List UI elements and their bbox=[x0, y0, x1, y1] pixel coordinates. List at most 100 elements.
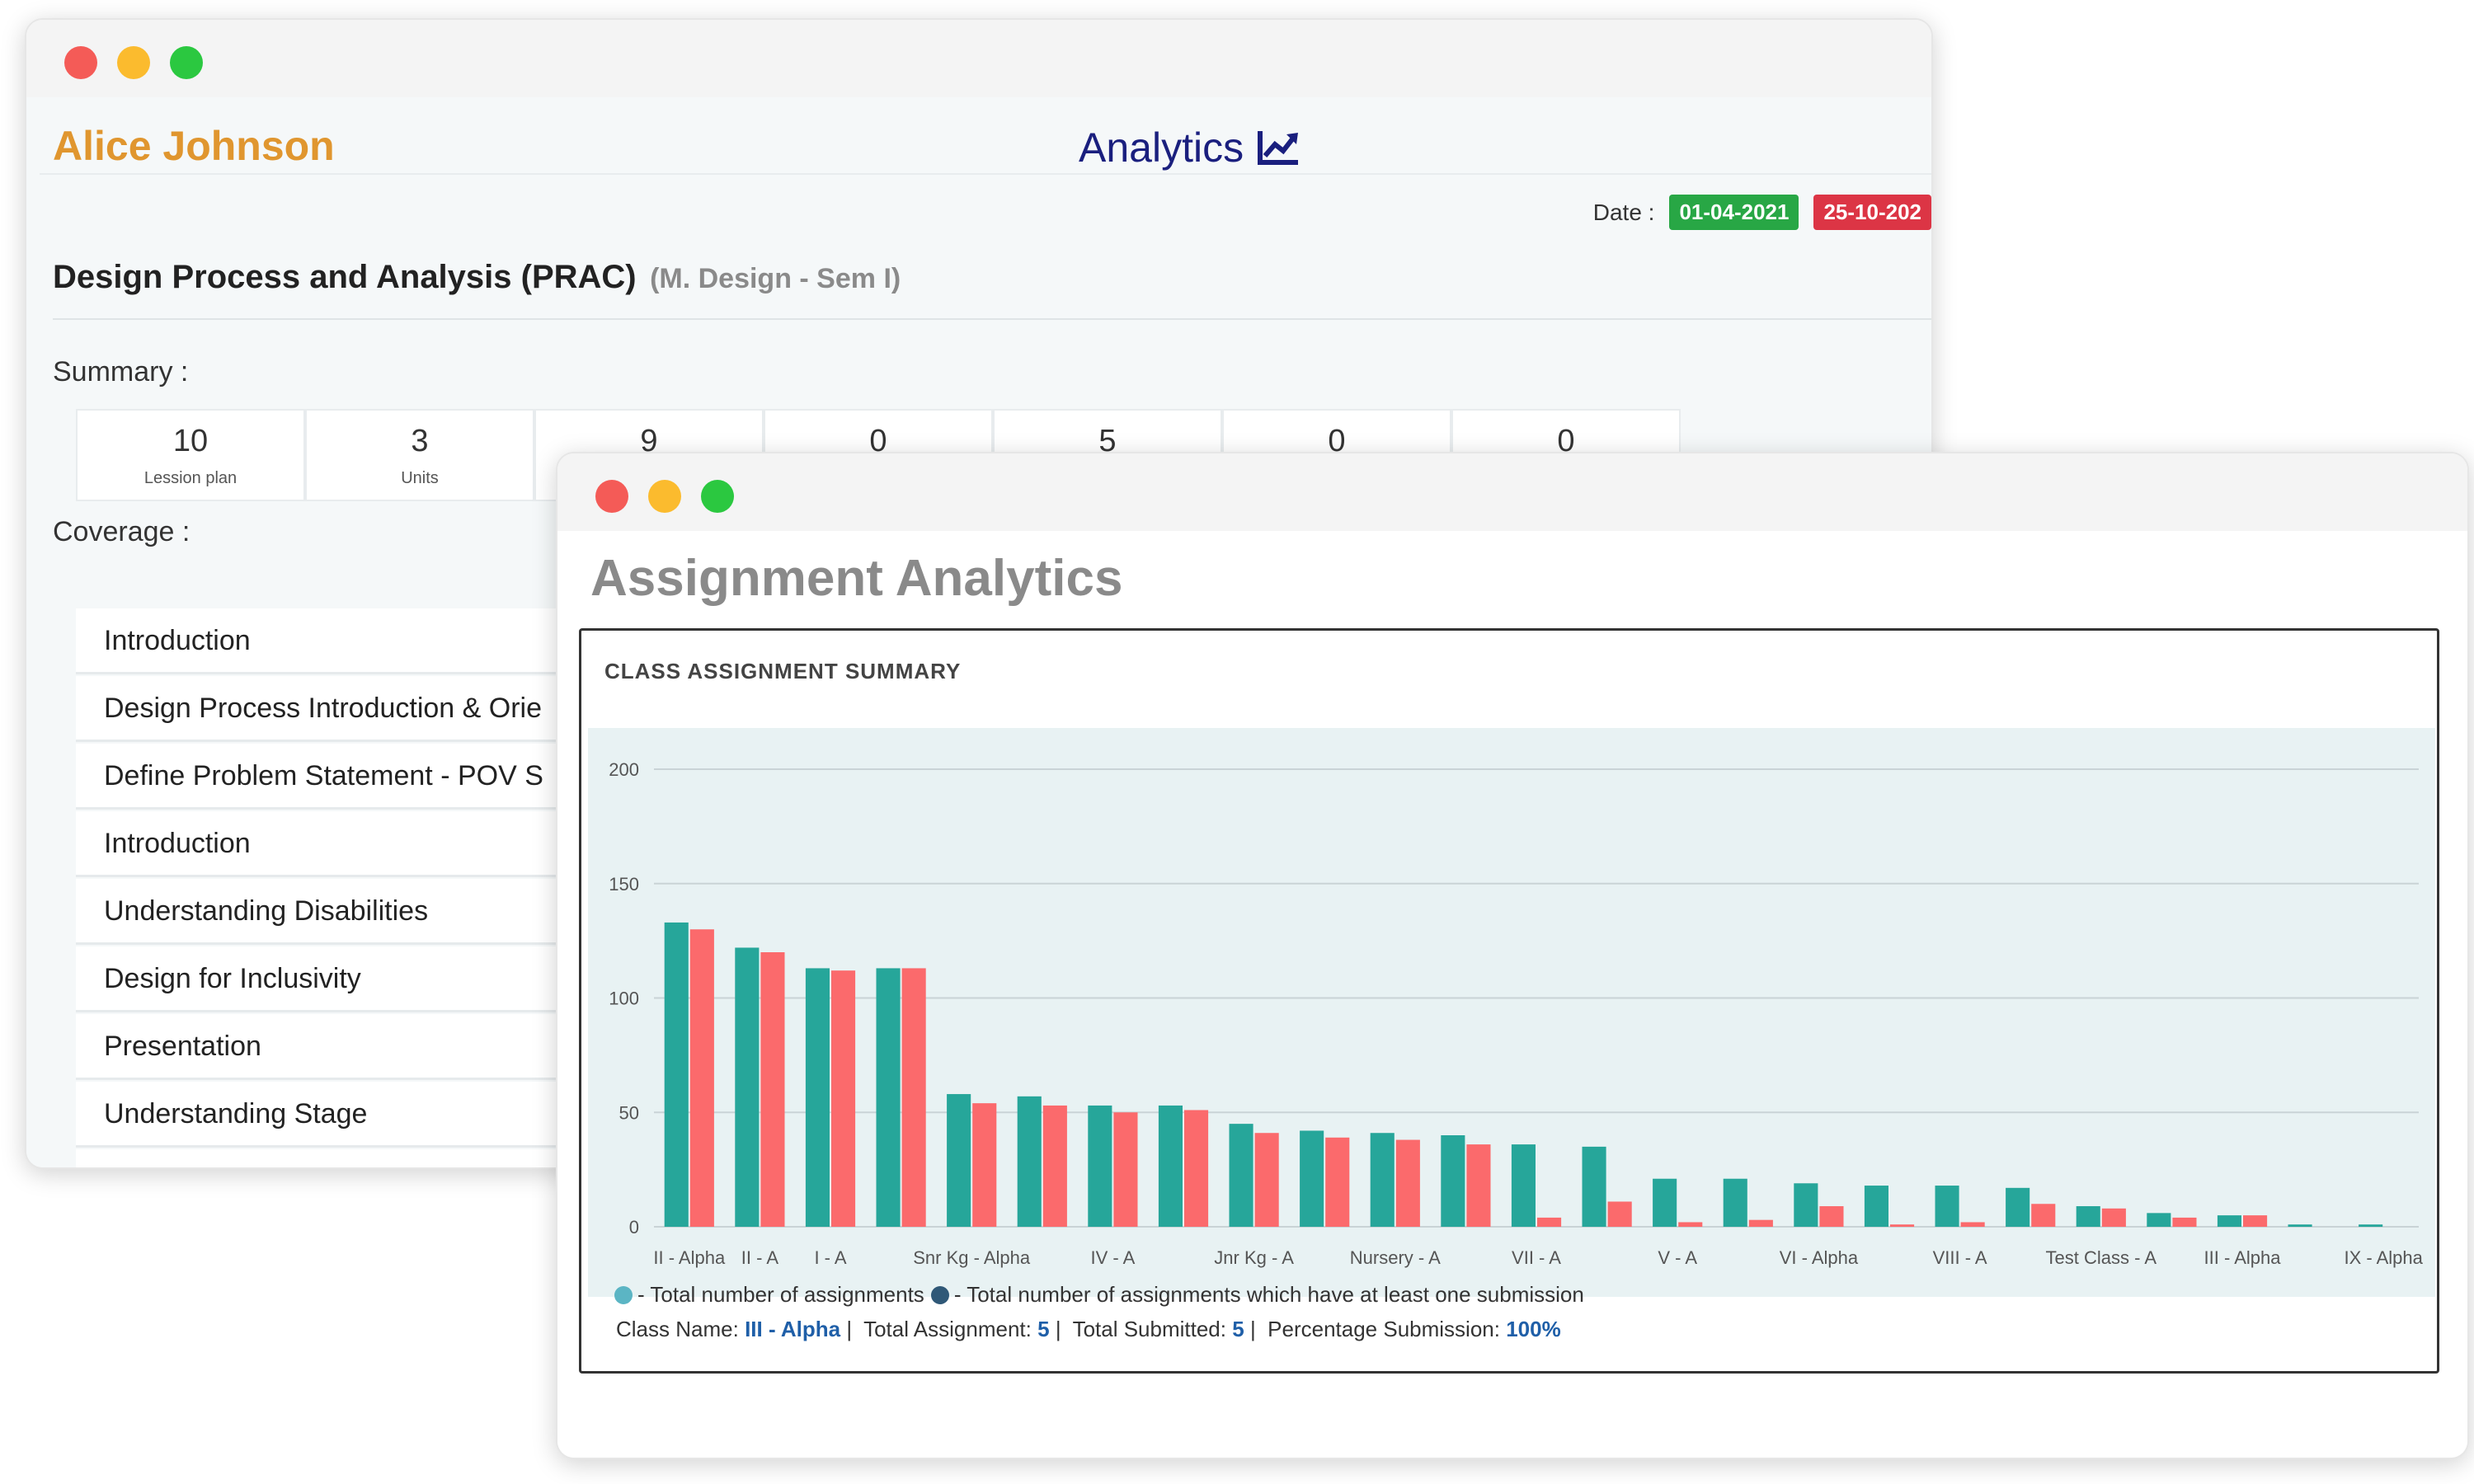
chart-legend: - Total number of assignments - Total nu… bbox=[614, 1282, 1584, 1308]
chart-bar-total bbox=[876, 968, 901, 1227]
summary-value: 3 bbox=[411, 424, 429, 458]
chart-bar-submitted bbox=[1395, 1139, 1420, 1227]
chart-y-tick-label: 200 bbox=[609, 759, 639, 780]
chart-x-tick-label: Jnr Kg - A bbox=[1214, 1247, 1294, 1268]
chart-bar-total bbox=[1511, 1144, 1536, 1227]
chart-bar-total bbox=[2288, 1224, 2312, 1227]
chart-bar-total bbox=[2006, 1187, 2030, 1227]
chart-bar-submitted bbox=[1254, 1133, 1279, 1227]
chart-bar-submitted bbox=[1537, 1217, 1562, 1227]
date-from-badge[interactable]: 01-04-2021 bbox=[1669, 195, 1799, 230]
coverage-item[interactable]: Assignment Presentation bbox=[76, 1149, 604, 1167]
chart-x-tick-label: Nursery - A bbox=[1350, 1247, 1441, 1268]
window-titlebar bbox=[26, 20, 1931, 97]
course-subtitle: (M. Design - Sem I) bbox=[650, 263, 901, 294]
chart-x-tick-label: VI - Alpha bbox=[1780, 1247, 1859, 1268]
minimize-window-button[interactable] bbox=[648, 480, 681, 513]
chart-bar-submitted bbox=[1748, 1219, 1773, 1227]
chart-bar-total bbox=[2359, 1224, 2383, 1227]
coverage-item[interactable]: Introduction bbox=[76, 811, 604, 877]
chart-bar-total bbox=[2147, 1213, 2171, 1227]
class-name-value: III - Alpha bbox=[745, 1317, 841, 1341]
assignment-bar-chart: 0 50 100 150 200 II - Alpha II - A I - A Snr Kg … bbox=[588, 728, 2435, 1297]
chart-bar-total bbox=[1723, 1178, 1747, 1227]
chart-x-tick-label: VIII - A bbox=[1933, 1247, 1987, 1268]
chart-bar-total bbox=[664, 922, 689, 1227]
chart-bar-submitted bbox=[972, 1103, 997, 1227]
close-window-button[interactable] bbox=[64, 46, 97, 79]
chart-bar-total bbox=[1088, 1105, 1112, 1227]
coverage-item[interactable]: Introduction bbox=[76, 608, 604, 674]
window-titlebar bbox=[557, 453, 2467, 531]
close-window-button[interactable] bbox=[595, 480, 628, 513]
chart-bar-total bbox=[947, 1094, 971, 1227]
chart-bar-submitted bbox=[1466, 1144, 1491, 1227]
chart-bar-submitted bbox=[2031, 1204, 2056, 1227]
chart-bar-submitted bbox=[1607, 1201, 1632, 1227]
summary-label: Summary : bbox=[53, 356, 189, 387]
assignment-analytics-window: Assignment Analytics CLASS ASSIGNMENT SU… bbox=[556, 452, 2469, 1459]
legend-total-label: - Total number of assignments bbox=[637, 1282, 924, 1307]
chart-bar-total bbox=[1935, 1186, 1959, 1227]
separator: | bbox=[1055, 1317, 1067, 1341]
chart-bar-total bbox=[1370, 1133, 1395, 1227]
chart-x-tick-label: IX - Alpha bbox=[2345, 1247, 2424, 1268]
coverage-item[interactable]: Understanding Disabilities bbox=[76, 879, 604, 945]
chart-bar-submitted bbox=[901, 968, 926, 1227]
chart-bar-submitted bbox=[1678, 1222, 1703, 1227]
percentage-submission-value: 100% bbox=[1506, 1317, 1561, 1341]
course-heading: Design Process and Analysis (PRAC) (M. D… bbox=[53, 259, 1931, 320]
date-to-badge[interactable]: 25-10-202 bbox=[1813, 195, 1931, 230]
class-info-row: Class Name: III - Alpha | Total Assignme… bbox=[616, 1317, 1561, 1342]
chart-bar-submitted bbox=[1113, 1112, 1138, 1227]
chart-bar-submitted bbox=[1960, 1222, 1985, 1227]
date-range: Date : 01-04-2021 25-10-202 bbox=[1593, 195, 1931, 230]
chart-bar-submitted bbox=[1325, 1137, 1350, 1227]
coverage-list: Introduction Design Process Introduction… bbox=[76, 608, 604, 1167]
legend-submitted-dot bbox=[930, 1285, 949, 1304]
chart-bar-submitted bbox=[760, 952, 785, 1227]
chart-bar-total bbox=[1794, 1183, 1818, 1227]
maximize-window-button[interactable] bbox=[701, 480, 734, 513]
chart-x-tick-label: IV - A bbox=[1091, 1247, 1136, 1268]
analytics-header: Alice Johnson Analytics bbox=[40, 114, 1931, 175]
maximize-window-button[interactable] bbox=[170, 46, 203, 79]
coverage-item[interactable]: Design Process Introduction & Orie bbox=[76, 676, 604, 742]
chart-y-tick-label: 150 bbox=[609, 874, 639, 895]
chart-bar-submitted bbox=[831, 970, 856, 1227]
percentage-submission-label: Percentage Submission: bbox=[1268, 1317, 1500, 1341]
chart-bar-submitted bbox=[1042, 1105, 1067, 1227]
summary-card: 10 Lession plan bbox=[76, 409, 305, 501]
separator: | bbox=[846, 1317, 858, 1341]
chart-x-tick-label: Snr Kg - Alpha bbox=[913, 1247, 1031, 1268]
coverage-item[interactable]: Define Problem Statement - POV S bbox=[76, 744, 604, 810]
chart-bar-total bbox=[1158, 1105, 1183, 1227]
assignment-analytics-title: Assignment Analytics bbox=[590, 550, 1123, 607]
legend-total-dot bbox=[614, 1285, 633, 1304]
coverage-item[interactable]: Understanding Stage bbox=[76, 1082, 604, 1148]
user-name: Alice Johnson bbox=[53, 123, 335, 169]
chart-x-tick-label: III - Alpha bbox=[2204, 1247, 2282, 1268]
assignment-analytics-content: Assignment Analytics CLASS ASSIGNMENT SU… bbox=[557, 531, 2467, 1458]
coverage-label: Coverage : bbox=[53, 516, 190, 547]
class-assignment-summary-panel: CLASS ASSIGNMENT SUMMARY 0 50 100 150 200 II … bbox=[579, 628, 2439, 1374]
legend-submitted-label: - Total number of assignments which have… bbox=[953, 1282, 1584, 1307]
chart-bar-submitted bbox=[1890, 1224, 1915, 1227]
panel-title: CLASS ASSIGNMENT SUMMARY bbox=[604, 659, 962, 683]
line-chart-icon bbox=[1258, 131, 1299, 165]
chart-bar-total bbox=[1653, 1178, 1677, 1227]
minimize-window-button[interactable] bbox=[117, 46, 150, 79]
coverage-item[interactable]: Design for Inclusivity bbox=[76, 946, 604, 1012]
summary-value: 10 bbox=[172, 424, 209, 458]
summary-card: 3 Units bbox=[305, 409, 534, 501]
chart-bar-total bbox=[805, 968, 830, 1227]
coverage-item[interactable]: Presentation bbox=[76, 1014, 604, 1080]
chart-bar-total bbox=[1582, 1146, 1606, 1227]
chart-y-tick-label: 0 bbox=[629, 1217, 639, 1237]
page-title-text: Analytics bbox=[1079, 124, 1244, 171]
total-assignment-value: 5 bbox=[1037, 1317, 1050, 1341]
chart-bar-submitted bbox=[1819, 1206, 1844, 1227]
chart-bar-submitted bbox=[689, 929, 714, 1227]
chart-x-tick-label: VII - A bbox=[1512, 1247, 1561, 1268]
class-name-label: Class Name: bbox=[616, 1317, 739, 1341]
